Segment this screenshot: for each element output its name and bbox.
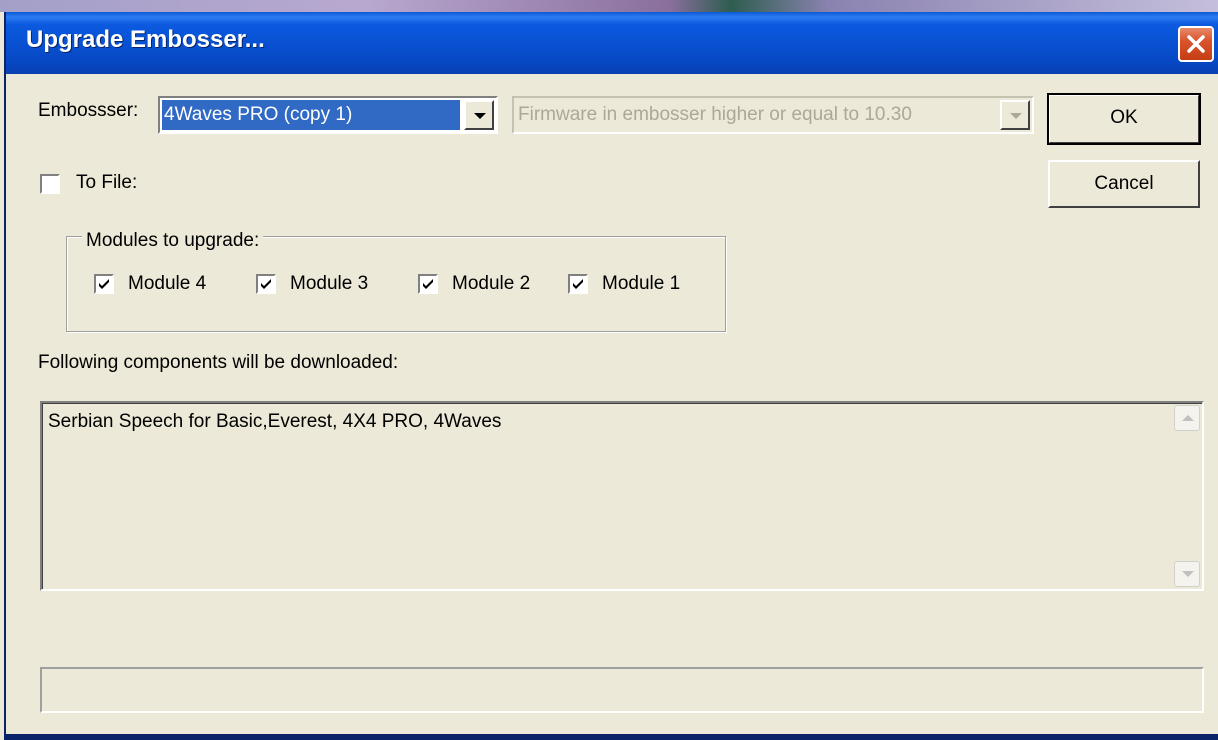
close-button[interactable] (1178, 26, 1214, 62)
firmware-dropdown-button (1000, 100, 1030, 130)
components-scrollbar[interactable] (1174, 405, 1200, 587)
close-icon (1187, 35, 1205, 53)
check-icon (423, 279, 433, 289)
components-text: Serbian Speech for Basic,Everest, 4X4 PR… (48, 411, 502, 432)
upgrade-embosser-dialog: Upgrade Embosser... Embossser: 4Waves PR… (4, 12, 1218, 740)
module-1-checkbox[interactable] (568, 274, 588, 294)
components-textarea[interactable]: Serbian Speech for Basic,Everest, 4X4 PR… (40, 401, 1204, 591)
module-4-checkbox[interactable] (94, 274, 114, 294)
desktop-strip (0, 0, 1218, 12)
embosser-selected-value: 4Waves PRO (copy 1) (161, 99, 461, 131)
window-bottom-border (6, 734, 1218, 740)
firmware-select: Firmware in embosser higher or equal to … (512, 96, 1034, 134)
check-icon (573, 279, 583, 289)
check-icon (99, 279, 109, 289)
window-title: Upgrade Embosser... (26, 26, 265, 53)
scroll-up-button[interactable] (1174, 405, 1200, 431)
module-2-label: Module 2 (452, 273, 531, 294)
module-2-checkbox[interactable] (418, 274, 438, 294)
to-file-checkbox[interactable] (40, 174, 60, 194)
ok-button[interactable]: OK (1047, 93, 1201, 145)
embosser-select[interactable]: 4Waves PRO (copy 1) (158, 96, 498, 134)
embosser-label: Embossser: (38, 100, 139, 121)
components-label: Following components will be downloaded: (38, 352, 399, 373)
module-1-label: Module 1 (602, 273, 681, 294)
embosser-dropdown-button[interactable] (464, 100, 494, 130)
title-bar[interactable]: Upgrade Embosser... (6, 12, 1218, 74)
to-file-label: To File: (76, 172, 138, 193)
module-3-checkbox[interactable] (256, 274, 276, 294)
scroll-down-button[interactable] (1174, 561, 1200, 587)
chevron-down-icon (474, 113, 486, 119)
cancel-button[interactable]: Cancel (1048, 160, 1200, 208)
check-icon (261, 279, 271, 289)
module-3-label: Module 3 (290, 273, 369, 294)
progress-status-bar (40, 667, 1204, 713)
scroll-up-icon (1182, 415, 1194, 421)
modules-legend: Modules to upgrade: (82, 230, 264, 252)
scroll-down-icon (1182, 571, 1194, 577)
module-4-label: Module 4 (128, 273, 207, 294)
firmware-selected-value: Firmware in embosser higher or equal to … (518, 104, 912, 125)
chevron-down-icon (1010, 113, 1022, 119)
